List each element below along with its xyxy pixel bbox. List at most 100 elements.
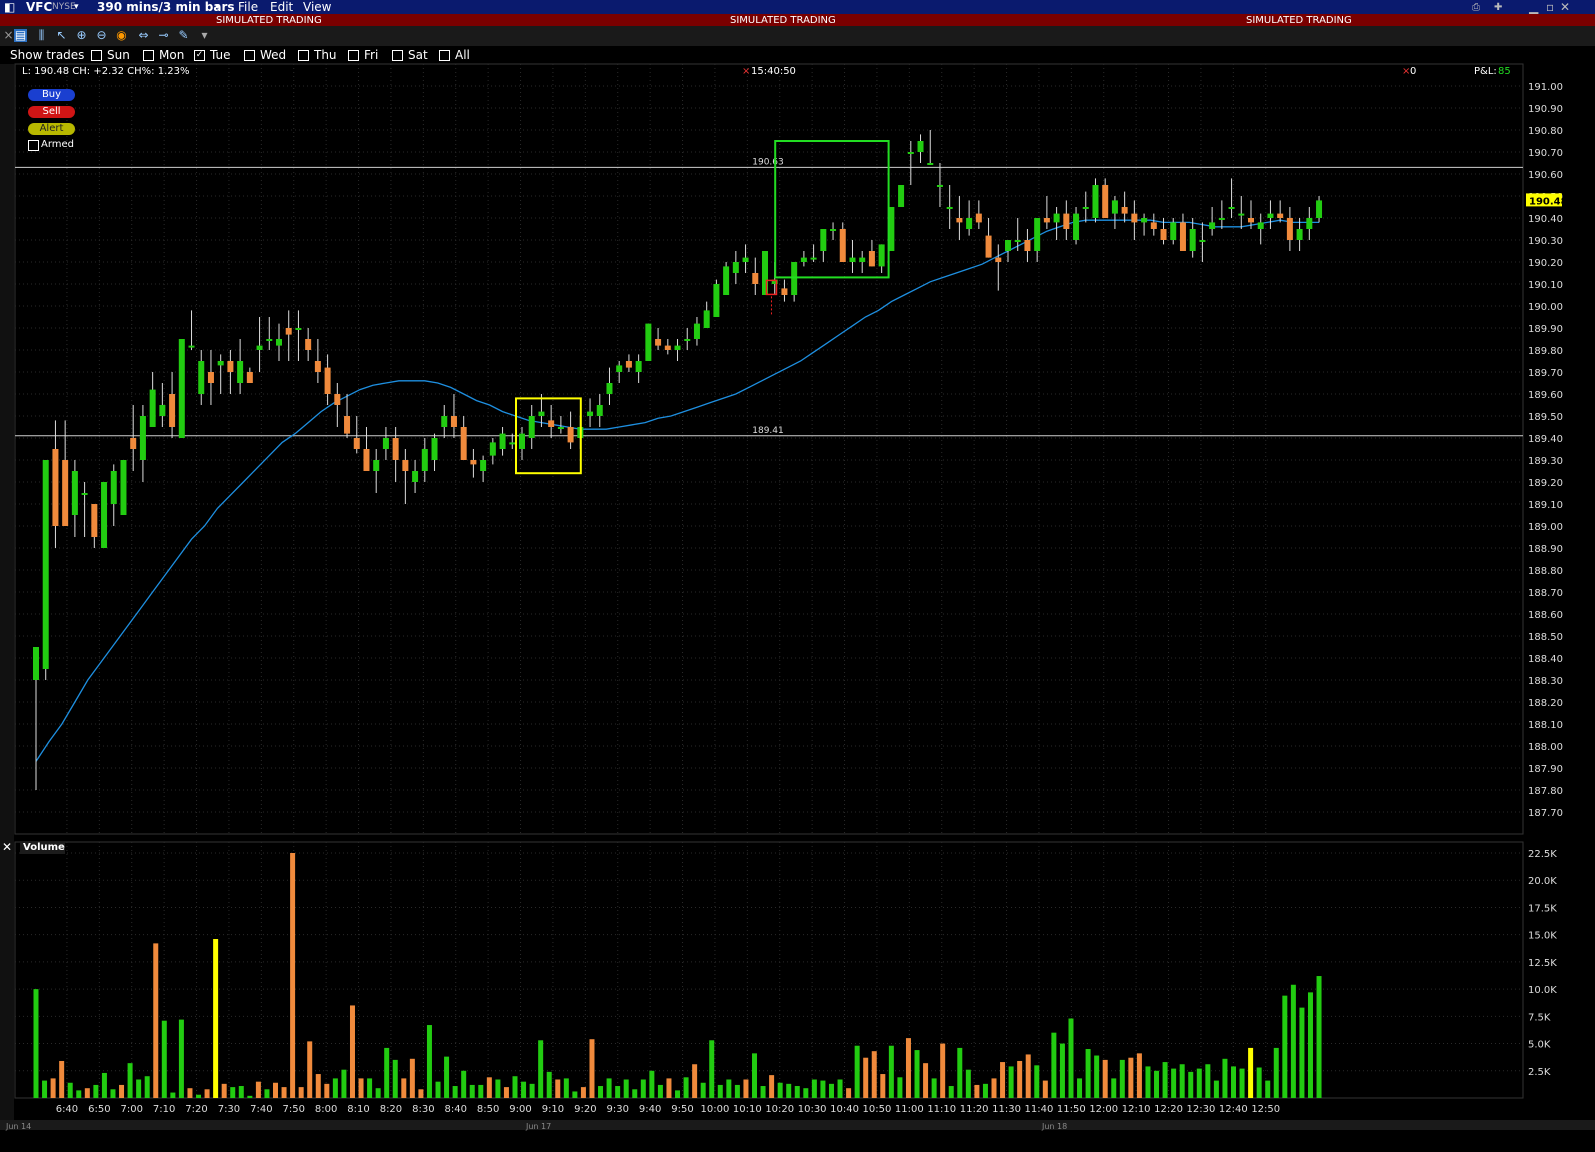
volume-bar (905, 1038, 911, 1098)
volume-bar (33, 989, 39, 1098)
volume-bar (512, 1076, 518, 1098)
time-tick-label: 9:40 (639, 1104, 661, 1115)
volume-bar (657, 1084, 663, 1098)
time-tick-label: 10:20 (765, 1104, 794, 1115)
price-tick-label: 188.70 (1528, 588, 1563, 599)
candle-body (81, 493, 88, 495)
volume-bar (957, 1047, 963, 1098)
candle-body (169, 394, 176, 427)
candle-body (227, 361, 234, 372)
close-icon[interactable]: × (742, 66, 750, 77)
candle-body (946, 207, 953, 209)
price-tick-label: 189.20 (1528, 478, 1563, 489)
candle-body (664, 345, 671, 350)
candle-body (713, 284, 720, 317)
volume-tick-label: 10.0K (1528, 985, 1557, 996)
price-volume-chart[interactable]: 191.00190.90190.80190.70190.60190.50190.… (0, 0, 1595, 1152)
volume-bar (1094, 1055, 1100, 1098)
volume-bar (803, 1088, 809, 1098)
volume-bar (298, 1087, 304, 1098)
candle-body (305, 339, 312, 350)
time-tick-label: 10:30 (798, 1104, 827, 1115)
volume-bar (1213, 1080, 1219, 1098)
volume-bar (161, 1020, 167, 1098)
candle-body (606, 383, 613, 394)
date-strip (0, 1120, 1595, 1130)
candle-body (198, 361, 205, 394)
last-price-label: 190.48 (1529, 196, 1568, 207)
volume-bar (982, 1083, 988, 1098)
volume-tick-label: 5.0K (1528, 1040, 1551, 1051)
volume-bar (221, 1083, 227, 1098)
volume-bar (59, 1060, 65, 1098)
volume-bar (623, 1079, 629, 1098)
price-tick-label: 188.10 (1528, 720, 1563, 731)
volume-bar (1188, 1071, 1194, 1098)
candle-body (450, 416, 457, 427)
alert-button[interactable]: Alert (28, 123, 75, 135)
candle-body (101, 482, 108, 548)
sell-button[interactable]: Sell (28, 106, 75, 118)
volume-panel-title: Volume (20, 842, 65, 854)
candle-body (1034, 218, 1041, 251)
volume-bar (435, 1081, 441, 1098)
price-tick-label: 187.70 (1528, 808, 1563, 819)
volume-bar (974, 1084, 980, 1098)
position-size: 0 (1410, 66, 1417, 77)
candle-body (1248, 218, 1254, 223)
candle-body (791, 262, 798, 295)
volume-bar (1299, 1007, 1305, 1098)
time-tick-label: 9:20 (574, 1104, 596, 1115)
candle-body (625, 361, 632, 368)
time-tick-label: 12:50 (1251, 1104, 1280, 1115)
pnl-label: P&L: (1474, 66, 1497, 77)
volume-bar (426, 1025, 432, 1098)
time-tick-label: 12:00 (1089, 1104, 1118, 1115)
volume-bar (828, 1083, 834, 1098)
candle-body (907, 152, 914, 154)
armed-checkbox[interactable] (28, 140, 39, 151)
candle-body (149, 389, 156, 427)
volume-bar (196, 1094, 202, 1098)
volume-bar (1034, 1065, 1040, 1098)
candle-body (1121, 207, 1128, 214)
price-tick-label: 188.50 (1528, 632, 1563, 643)
close-icon[interactable]: ✕ (2, 840, 12, 854)
candle-body (499, 433, 506, 449)
candle-body (1141, 218, 1148, 223)
time-tick-label: 12:20 (1154, 1104, 1183, 1115)
clock-time: 15:40:50 (751, 66, 796, 77)
time-tick-label: 11:20 (960, 1104, 989, 1115)
candle-body (33, 647, 39, 680)
volume-bar (315, 1074, 321, 1098)
volume-bar (948, 1086, 954, 1098)
volume-bar (1273, 1047, 1279, 1098)
candle-body (655, 339, 662, 346)
price-tick-label: 190.30 (1528, 236, 1563, 247)
candle-body (52, 449, 59, 526)
price-tick-label: 190.20 (1528, 258, 1563, 269)
volume-bar (965, 1069, 971, 1098)
buy-button[interactable]: Buy (28, 89, 75, 101)
volume-bar (700, 1082, 706, 1098)
volume-bar (119, 1084, 125, 1098)
price-panel-frame (14, 63, 1524, 835)
volume-bar (1290, 984, 1296, 1098)
candle-body (421, 449, 428, 471)
price-tick-label: 188.20 (1528, 698, 1563, 709)
volume-bar (1068, 1018, 1074, 1098)
volume-bar (1077, 1078, 1083, 1098)
candle-body (256, 345, 263, 350)
candle-body (693, 323, 700, 339)
candle-body (1160, 229, 1167, 240)
volume-bar (888, 1045, 894, 1098)
volume-bar (863, 1057, 869, 1098)
candle-body (849, 257, 856, 262)
candle-body (878, 244, 885, 267)
volume-bar (880, 1074, 886, 1098)
time-tick-label: 10:40 (830, 1104, 859, 1115)
candle-body (1267, 213, 1274, 218)
candle-body (1286, 218, 1293, 240)
volume-bar (1265, 1080, 1271, 1098)
candle-body (363, 449, 370, 471)
